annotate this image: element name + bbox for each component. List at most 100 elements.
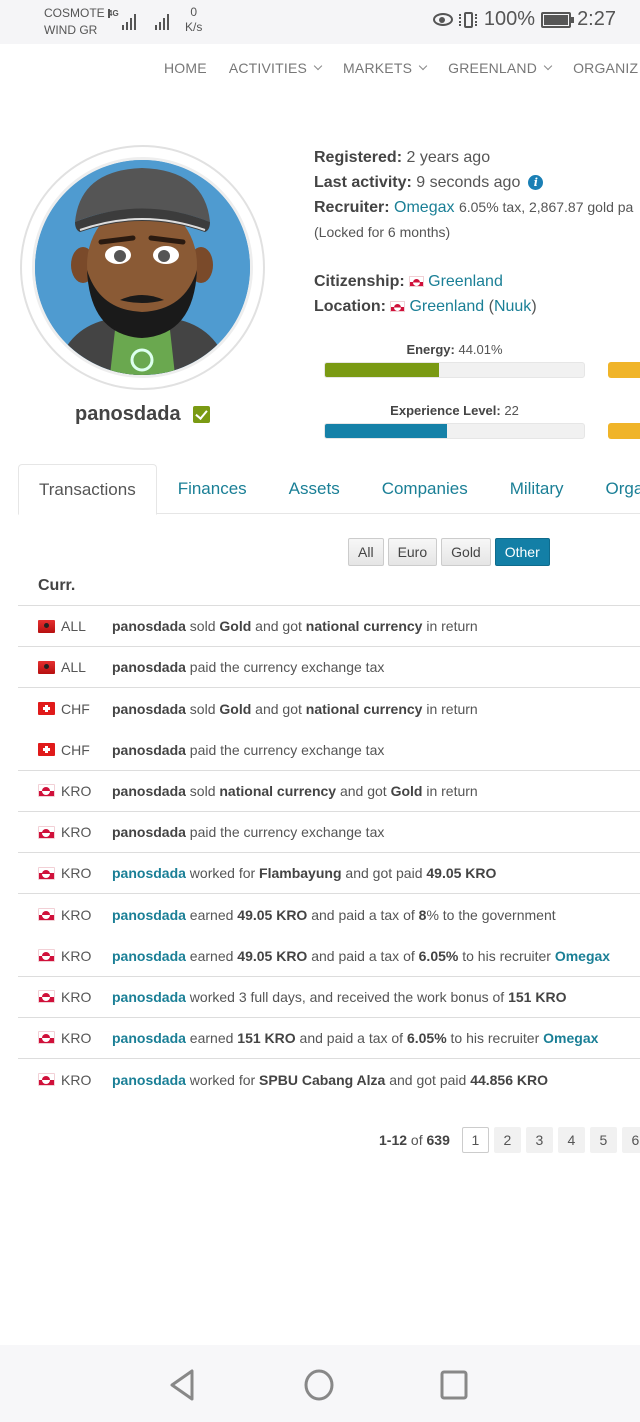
text-fragment: sold: [185, 700, 220, 717]
currency-code: KRO: [61, 906, 92, 923]
user-name[interactable]: panosdada: [112, 948, 186, 964]
text-fragment: and got: [251, 700, 306, 717]
switzerland-flag-icon: [38, 702, 55, 716]
text-fragment: and paid a tax of: [295, 1029, 407, 1046]
nav-activities[interactable]: ACTIVITIES: [229, 60, 323, 76]
greenland-flag-icon: [38, 949, 55, 963]
tab-organizations[interactable]: Orga: [585, 464, 640, 513]
table-row: KRO panosdada earned 49.05 KRO and paid a…: [18, 894, 640, 935]
tab-companies[interactable]: Companies: [361, 464, 489, 513]
energy-label-key: Energy:: [406, 342, 455, 357]
greenland-flag-icon: [409, 276, 425, 287]
page-6-button[interactable]: 6: [621, 1127, 640, 1153]
text-fragment: to his recruiter: [446, 1029, 544, 1046]
page-3-button[interactable]: 3: [525, 1127, 553, 1153]
username: panosdada: [75, 403, 210, 426]
filter-other-button[interactable]: Other: [494, 538, 550, 566]
nav-markets[interactable]: MARKETS: [343, 60, 428, 76]
experience-value: 22: [504, 403, 519, 418]
user-name[interactable]: panosdada: [112, 907, 186, 923]
bold-fragment: 151 KRO: [237, 1029, 296, 1046]
android-nav-bar: [0, 1345, 640, 1422]
currency-code: CHF: [61, 741, 90, 758]
currency-code: KRO: [61, 782, 92, 799]
text-fragment: paid the currency exchange tax: [185, 824, 385, 841]
page-1-button[interactable]: 1: [461, 1127, 489, 1153]
user-name[interactable]: panosdada: [112, 1030, 186, 1046]
filter-gold-button[interactable]: Gold: [441, 538, 491, 566]
currency-column-header: Curr.: [38, 577, 76, 594]
text-fragment: earned: [185, 906, 238, 923]
recruiter-link[interactable]: Omegax: [394, 199, 454, 216]
location-city-link[interactable]: Nuuk: [494, 298, 531, 315]
recruiter-link[interactable]: Omegax: [555, 948, 610, 964]
bold-fragment: national currency: [219, 782, 337, 799]
filter-euro-button[interactable]: Euro: [387, 538, 438, 566]
home-icon[interactable]: [303, 1369, 335, 1401]
location-label: Location:: [314, 298, 386, 315]
nav-organizations[interactable]: ORGANIZ: [573, 60, 638, 76]
transaction-description: panosdada worked for Flambayung and got …: [112, 865, 496, 881]
carrier-1: COSMOTE: [44, 6, 105, 20]
recents-icon[interactable]: [439, 1369, 469, 1401]
currency-code: KRO: [61, 1029, 92, 1046]
network-speed: 0 K/s: [185, 5, 202, 35]
user-name: panosdada: [112, 782, 186, 799]
table-row: KRO panosdada worked for Flambayung and g…: [18, 853, 640, 895]
currency-code: KRO: [61, 947, 92, 964]
user-name[interactable]: panosdada: [112, 989, 186, 1005]
currency-code: KRO: [61, 988, 92, 1005]
tab-finances[interactable]: Finances: [157, 464, 268, 513]
bold-fragment: 49.05 KRO: [237, 906, 308, 923]
user-name[interactable]: panosdada: [112, 1072, 186, 1088]
chevron-down-icon: [543, 61, 553, 71]
user-name: panosdada: [112, 741, 186, 758]
experience-label-key: Experience Level:: [390, 403, 501, 418]
text-fragment: in return: [422, 782, 478, 799]
table-row: KRO panosdada paid the currency exchange …: [18, 812, 640, 854]
profile-info: Registered: 2 years ago Last activity: 9…: [314, 145, 633, 319]
text-fragment: % to the government: [426, 906, 556, 923]
bold-fragment: 49.05 KRO: [426, 865, 497, 882]
user-name[interactable]: panosdada: [112, 865, 186, 881]
currency-filter-group: All Euro Gold Other: [348, 538, 550, 566]
speed-value: 0: [190, 5, 198, 19]
bold-fragment: 151 KRO: [508, 988, 567, 1005]
transaction-description: panosdada earned 49.05 KRO and paid a ta…: [112, 907, 556, 923]
filter-all-button[interactable]: All: [348, 538, 384, 566]
greenland-flag-icon: [38, 825, 55, 839]
transaction-description: panosdada sold national currency and got…: [112, 783, 478, 799]
location-country-link[interactable]: Greenland: [409, 298, 484, 315]
table-row: KRO panosdada worked for SPBU Cabang Alza…: [18, 1059, 640, 1100]
experience-bar-fill: [325, 424, 447, 438]
tab-assets[interactable]: Assets: [268, 464, 361, 513]
back-icon[interactable]: [168, 1369, 198, 1401]
status-bar: COSMOTE WIND GR 4G 0 K/s 100% 2:27: [0, 0, 640, 44]
experience-bar-block: Experience Level: 22: [324, 403, 585, 439]
registered-line: Registered: 2 years ago: [314, 145, 633, 170]
nav-greenland[interactable]: GREENLAND: [448, 60, 553, 76]
table-row: KRO panosdada earned 151 KRO and paid a t…: [18, 1018, 640, 1060]
recruiter-line: Recruiter: Omegax 6.05% tax, 2,867.87 go…: [314, 195, 633, 220]
nav-home[interactable]: HOME: [164, 60, 207, 76]
switzerland-flag-icon: [38, 743, 55, 757]
text-fragment: and got: [251, 618, 306, 635]
user-name: panosdada: [112, 659, 186, 676]
recruiter-link[interactable]: Omegax: [543, 1030, 598, 1046]
citizenship-link[interactable]: Greenland: [428, 273, 503, 290]
page-5-button[interactable]: 5: [589, 1127, 617, 1153]
tab-transactions[interactable]: Transactions: [18, 464, 157, 515]
experience-bar: [324, 423, 585, 439]
info-icon[interactable]: i: [528, 175, 544, 190]
tab-military[interactable]: Military: [489, 464, 585, 513]
avatar[interactable]: [32, 157, 253, 378]
eye-comfort-icon: [432, 13, 453, 26]
chevron-down-icon: [418, 61, 428, 71]
nav-greenland-label: GREENLAND: [448, 60, 538, 76]
pagination: 1-12 of 639 1 2 3 4 5 6: [379, 1127, 640, 1153]
username-text: panosdada: [75, 403, 181, 425]
page-4-button[interactable]: 4: [557, 1127, 585, 1153]
page-2-button[interactable]: 2: [493, 1127, 521, 1153]
currency-code: KRO: [61, 1071, 92, 1088]
recruiter-label: Recruiter:: [314, 199, 390, 216]
